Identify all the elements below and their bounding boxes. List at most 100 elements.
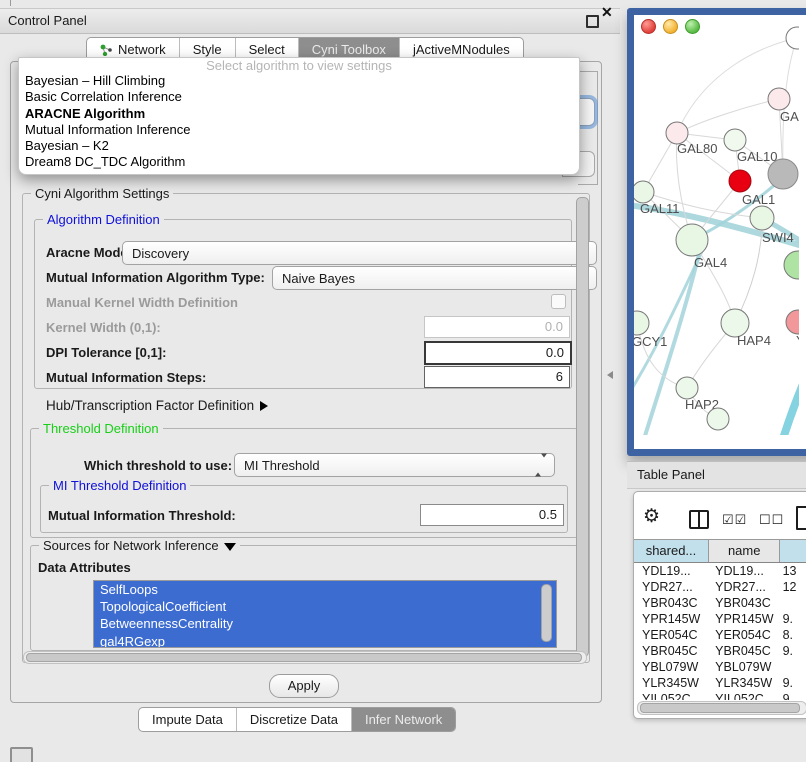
network-node-gcy1[interactable] — [634, 311, 649, 335]
dpi-tolerance-field[interactable]: 0.0 — [424, 341, 572, 365]
network-node-label: Y — [796, 333, 799, 348]
sources-title[interactable]: Sources for Network Inference — [39, 538, 240, 553]
settings-horizontal-scrollbar[interactable] — [23, 651, 587, 664]
manual-kernel-width-checkbox[interactable] — [551, 294, 566, 309]
network-node[interactable] — [786, 27, 799, 49]
table-cell: YBR045C — [634, 643, 709, 659]
network-canvas[interactable]: GALGAL80GAL10GAL1GAL11SWI4GAL4GCY1HAP4YH… — [634, 15, 799, 435]
network-node-label: GAL11 — [640, 201, 680, 216]
dropdown-prompt: Select algorithm to view settings — [19, 58, 579, 73]
tab-label: Network — [118, 42, 166, 57]
settings-group-title: Cyni Algorithm Settings — [31, 186, 173, 201]
column-layout-icon[interactable] — [689, 510, 709, 529]
table-row[interactable]: YBR043CYBR043C — [634, 595, 806, 611]
algorithm-option[interactable]: Dream8 DC_TDC Algorithm — [19, 154, 579, 170]
artifact-tick — [10, 0, 11, 6]
minimize-window-icon[interactable] — [663, 19, 678, 34]
network-edge[interactable] — [735, 230, 762, 323]
table-cell: YIL052C — [709, 691, 780, 700]
network-node-swi4[interactable] — [750, 206, 774, 230]
column-header[interactable]: shared... — [634, 540, 709, 562]
network-edge[interactable] — [782, 355, 799, 435]
network-node-gal11[interactable] — [634, 181, 654, 203]
attribute-item[interactable]: gal4RGexp — [94, 633, 556, 648]
settings-vertical-scrollbar[interactable] — [576, 197, 589, 657]
table-horizontal-thumb[interactable] — [640, 703, 800, 713]
deselect-all-icon[interactable]: ☐☐ — [759, 512, 784, 528]
attributes-list-scrollbar-thumb[interactable] — [541, 584, 552, 642]
table-cell: YBR043C — [634, 595, 709, 611]
table-cell: 13 — [781, 563, 806, 579]
settings-horizontal-thumb[interactable] — [26, 653, 582, 662]
network-node-hap2[interactable] — [676, 377, 698, 399]
network-node-y[interactable] — [786, 310, 799, 334]
algorithm-option[interactable]: Bayesian – K2 — [19, 138, 579, 154]
column-header[interactable] — [780, 540, 806, 562]
which-threshold-value: MI Threshold — [244, 458, 320, 473]
splitter-arrow[interactable] — [607, 371, 613, 379]
table-row[interactable]: YER054CYER054C8. — [634, 627, 806, 643]
attribute-item[interactable]: TopologicalCoefficient — [94, 598, 556, 615]
close-window-icon[interactable] — [641, 19, 656, 34]
table-cell: YLR345W — [709, 675, 780, 691]
table-row[interactable]: YDL19...YDL19...13 — [634, 563, 806, 579]
table-row[interactable]: YIL052CYIL052C9 — [634, 691, 806, 700]
table-row[interactable]: YPR145WYPR145W9. — [634, 611, 806, 627]
network-node[interactable] — [768, 159, 798, 189]
table-row[interactable]: YLR345WYLR345W9. — [634, 675, 806, 691]
attribute-item[interactable]: SelfLoops — [94, 581, 556, 598]
mi-threshold-field[interactable]: 0.5 — [420, 504, 564, 526]
zoom-window-icon[interactable] — [685, 19, 700, 34]
network-edge[interactable] — [677, 38, 797, 133]
network-node[interactable] — [707, 408, 729, 430]
table-cell: 9. — [781, 611, 806, 627]
tab-infer-network[interactable]: Infer Network — [351, 708, 455, 731]
column-header[interactable]: name — [709, 540, 780, 562]
control-panel-titlebar: Control Panel — [0, 8, 620, 34]
mi-algorithm-type-label: Mutual Information Algorithm Type: — [46, 270, 265, 285]
algorithm-option[interactable]: Mutual Information Inference — [19, 122, 579, 138]
network-view-window[interactable]: GALGAL80GAL10GAL1GAL11SWI4GAL4GCY1HAP4YH… — [627, 8, 806, 456]
algorithm-dropdown-popup: Select algorithm to view settings Bayesi… — [18, 57, 580, 175]
docked-panel-icon[interactable] — [10, 747, 33, 762]
network-node-gal10[interactable] — [724, 129, 746, 151]
hub-definition-expander[interactable]: Hub/Transcription Factor Definition — [46, 398, 268, 413]
mi-steps-field[interactable]: 6 — [424, 366, 570, 388]
new-table-icon[interactable] — [796, 506, 806, 530]
network-node[interactable] — [784, 251, 799, 279]
close-icon[interactable]: ✕ — [601, 4, 613, 21]
network-edge[interactable] — [677, 99, 779, 133]
table-row[interactable]: YBL079WYBL079W — [634, 659, 806, 675]
tab-impute-data[interactable]: Impute Data — [139, 708, 236, 731]
network-node-label: SWI4 — [762, 230, 794, 245]
network-node-gal4[interactable] — [676, 224, 708, 256]
network-node-gal[interactable] — [768, 88, 790, 110]
tab-label: Infer Network — [365, 712, 442, 727]
algorithm-option[interactable]: ARACNE Algorithm — [19, 106, 579, 122]
table-row[interactable]: YBR045CYBR045C9. — [634, 643, 806, 659]
network-node-label: GCY1 — [634, 334, 667, 349]
network-node-label: GAL10 — [737, 149, 777, 164]
network-node-gal1[interactable] — [729, 170, 751, 192]
algorithm-option[interactable]: Bayesian – Hill Climbing — [19, 73, 579, 89]
settings-gear-icon[interactable]: ⚙ — [643, 507, 660, 526]
table-row[interactable]: YDR27...YDR27...12 — [634, 579, 806, 595]
threshold-definition-title: Threshold Definition — [39, 421, 163, 436]
table-cell: 8. — [781, 627, 806, 643]
hidden-groupbox-edge — [578, 184, 598, 185]
aracne-mode-select[interactable]: Discovery — [122, 241, 597, 265]
attribute-item[interactable]: BetweennessCentrality — [94, 615, 556, 632]
kernel-width-field[interactable]: 0.0 — [424, 316, 570, 338]
float-window-icon[interactable] — [586, 15, 599, 28]
application-window: Control Panel ✕ NetworkStyleSelectCyni T… — [0, 0, 806, 762]
tab-discretize-data[interactable]: Discretize Data — [236, 708, 351, 731]
table-cell: YDR27... — [709, 579, 780, 595]
tab-label: Style — [193, 42, 222, 57]
apply-button[interactable]: Apply — [269, 674, 339, 698]
algorithm-option[interactable]: Basic Correlation Inference — [19, 89, 579, 105]
table-cell: YBR045C — [709, 643, 780, 659]
mi-algorithm-type-select[interactable]: Naive Bayes — [272, 266, 597, 290]
select-all-icon[interactable]: ☑☑ — [722, 512, 747, 528]
dpi-tolerance-label: DPI Tolerance [0,1]: — [46, 345, 166, 360]
which-threshold-select[interactable]: MI Threshold — [234, 453, 555, 477]
